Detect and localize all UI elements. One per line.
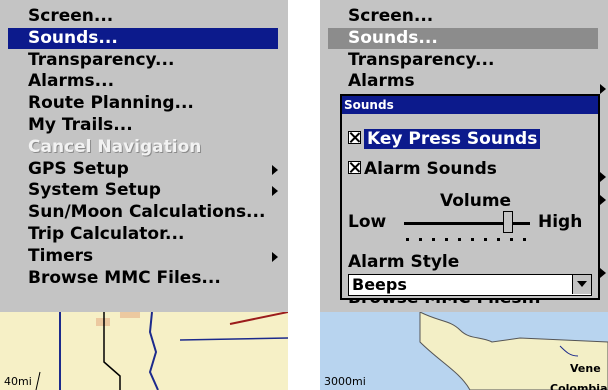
menu-item[interactable]: Transparency...: [8, 50, 278, 71]
menu-item[interactable]: Alarms: [328, 71, 598, 92]
menu-item-label: Screen...: [28, 6, 114, 26]
menu-item[interactable]: Alarms...: [8, 71, 278, 92]
volume-label: Volume: [440, 191, 512, 211]
menu-item[interactable]: Sounds...: [328, 27, 598, 49]
dialog-title: Sounds: [342, 96, 598, 114]
menu-item[interactable]: Browse MMC Files...: [8, 268, 278, 289]
volume-low-label: Low: [348, 212, 387, 232]
menu-item[interactable]: My Trails...: [8, 115, 278, 136]
menu-item[interactable]: Sun/Moon Calculations...: [8, 202, 278, 223]
menu-item[interactable]: Screen...: [8, 6, 278, 27]
menu-item-label: System Setup: [28, 180, 161, 201]
menu-item-label: Trip Calculator...: [28, 224, 185, 244]
menu-item-label: Transparency...: [28, 49, 175, 70]
map-label-colombia: Colombia: [550, 382, 608, 390]
menu-item-label: Sounds...: [28, 27, 118, 48]
volume-slider-thumb[interactable]: [503, 211, 514, 233]
main-menu: Screen... Sounds... Transparency... Alarms.…: [0, 0, 288, 312]
sounds-dialog: Sounds Key Press Sounds Alarm Sounds Vol…: [340, 94, 600, 300]
menu-item-label: Alarms...: [28, 71, 115, 92]
submenu-arrow-icon: [272, 251, 278, 262]
menu-item-label: Transparency...: [348, 49, 495, 70]
alarm-sounds-label: Alarm Sounds: [364, 159, 497, 179]
submenu-arrow-icon: [600, 195, 606, 205]
map-label-venezuela: Vene: [570, 362, 601, 375]
alarm-style-select[interactable]: Beeps: [348, 274, 592, 296]
alarm-style-label: Alarm Style: [348, 252, 460, 272]
menu-item-label: Route Planning...: [28, 93, 194, 114]
menu-item-label: My Trails...: [28, 115, 133, 135]
menu-item[interactable]: GPS Setup: [8, 159, 278, 180]
submenu-arrow-icon: [272, 186, 278, 197]
menu-item-label: Sounds...: [348, 27, 438, 48]
right-screen: Screen...Sounds...Transparency...Alarms B…: [320, 0, 608, 390]
map-scale-label: 3000mi: [324, 375, 366, 388]
menu-item[interactable]: Sounds...: [8, 27, 278, 49]
key-press-checkbox[interactable]: [348, 130, 361, 144]
menu-item-label: GPS Setup: [28, 158, 129, 179]
submenu-arrow-icon: [600, 172, 606, 182]
menu-item-label: Browse MMC Files...: [28, 267, 221, 288]
submenu-arrow-icon: [600, 84, 606, 94]
submenu-arrow-icon: [600, 268, 606, 278]
map-view[interactable]: 40mi: [0, 312, 288, 390]
menu-item[interactable]: Trip Calculator...: [8, 224, 278, 245]
chevron-down-icon[interactable]: [572, 275, 591, 294]
alarm-style-value: Beeps: [352, 275, 407, 294]
menu-item-label: Cancel Navigation: [28, 136, 202, 157]
volume-slider-ticks: [406, 238, 526, 241]
key-press-label: Key Press Sounds: [364, 129, 541, 149]
menu-item[interactable]: Screen...: [328, 6, 598, 27]
menu-item-label: Alarms: [348, 71, 415, 92]
volume-high-label: High: [538, 212, 583, 232]
alarm-sounds-checkbox[interactable]: [348, 160, 361, 174]
menu-item: Cancel Navigation: [8, 137, 278, 158]
menu-item-label: Screen...: [348, 6, 434, 26]
menu-item[interactable]: Timers: [8, 246, 278, 267]
menu-item-label: Sun/Moon Calculations...: [28, 202, 266, 223]
submenu-arrow-icon: [272, 164, 278, 175]
map-scale-label: 40mi: [4, 375, 32, 388]
map-view-right[interactable]: Vene Colombia 3000mi: [320, 312, 608, 390]
map-graphic: [35, 312, 288, 390]
menu-item-label: Timers: [28, 245, 94, 266]
key-press-sounds-option[interactable]: Key Press Sounds: [348, 128, 541, 150]
alarm-sounds-option[interactable]: Alarm Sounds: [348, 158, 497, 180]
menu-item[interactable]: Transparency...: [328, 50, 598, 71]
menu-item[interactable]: System Setup: [8, 180, 278, 201]
menu-item[interactable]: Route Planning...: [8, 93, 278, 114]
left-screen: Screen... Sounds... Transparency... Alarms.…: [0, 0, 288, 390]
